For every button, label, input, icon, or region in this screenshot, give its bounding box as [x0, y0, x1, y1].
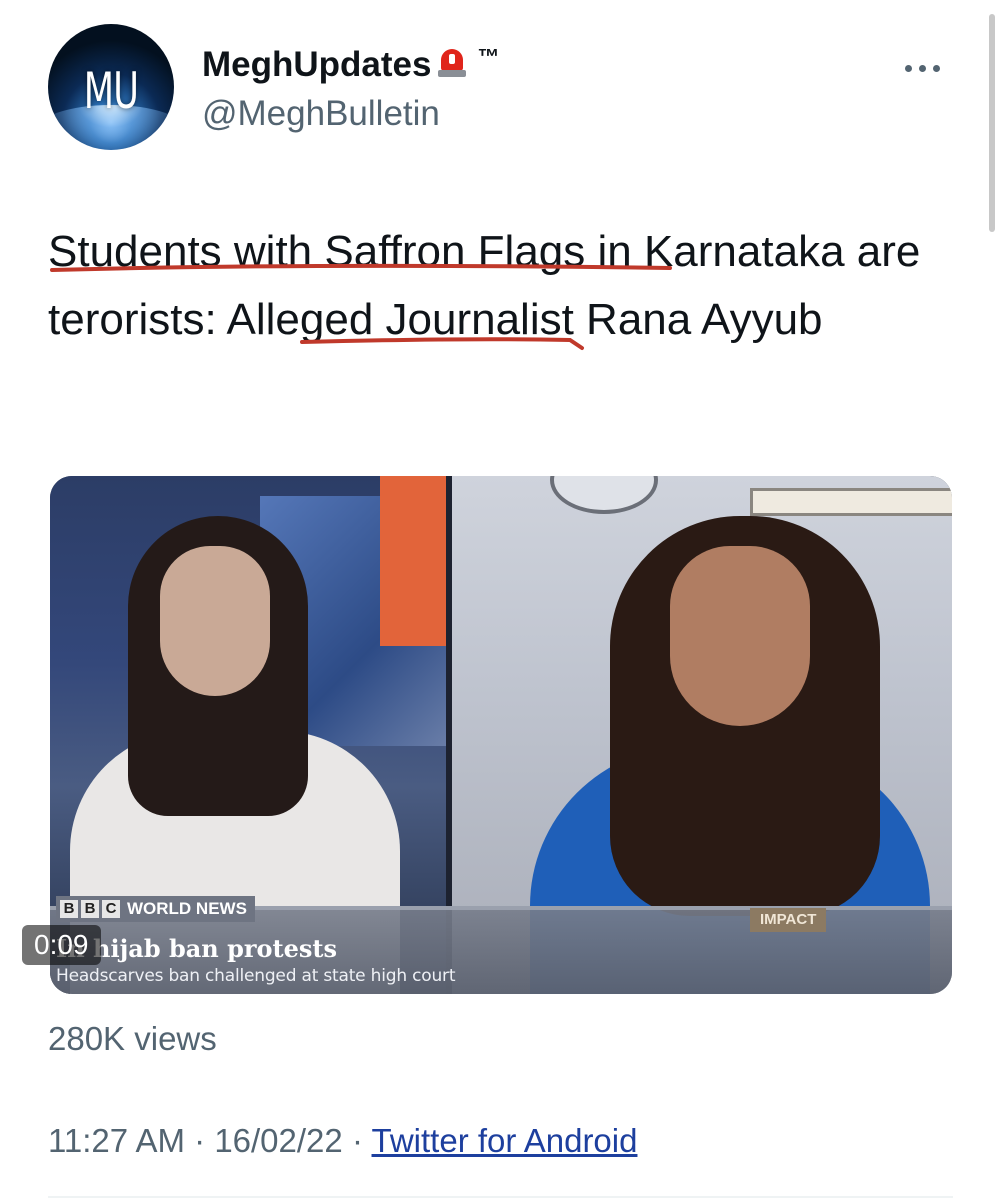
avatar[interactable]: MU	[48, 24, 174, 150]
source-link[interactable]: Twitter for Android	[372, 1122, 638, 1159]
red-underline-annotation	[50, 263, 672, 272]
divider	[48, 1196, 953, 1198]
tweet-metadata: 11:27 AM · 16/02/22 · Twitter for Androi…	[48, 1122, 637, 1160]
news-lower-third: B B C WORLD NEWS IMPACT In hijab ban pro…	[50, 896, 952, 994]
red-underline-annotation	[300, 337, 584, 350]
wall-frame-shape	[750, 488, 952, 516]
more-options-icon[interactable]	[905, 60, 951, 76]
trademark-symbol: ™	[477, 44, 500, 69]
avatar-monogram: MU	[83, 62, 139, 120]
display-name[interactable]: MeghUpdates ™	[202, 44, 499, 85]
police-light-icon	[437, 47, 467, 79]
user-handle[interactable]: @MeghBulletin	[202, 94, 440, 134]
view-count: 280K views	[48, 1020, 217, 1057]
meta-separator: ·	[342, 1122, 372, 1159]
display-name-text: MeghUpdates	[202, 45, 432, 84]
scrollbar[interactable]	[989, 14, 995, 232]
tweet-time[interactable]: 11:27 AM	[48, 1122, 185, 1159]
broadcaster-logo: B B C WORLD NEWS	[56, 896, 255, 922]
video-player[interactable]: B B C WORLD NEWS IMPACT In hijab ban pro…	[50, 476, 952, 994]
video-duration-badge: 0:09	[22, 925, 101, 965]
news-subheadline: Headscarves ban challenged at state high…	[56, 966, 456, 986]
segment-tag: IMPACT	[750, 908, 827, 932]
meta-separator: ·	[184, 1122, 215, 1159]
channel-name: WORLD NEWS	[127, 899, 247, 918]
tweet-date[interactable]: 16/02/22	[214, 1122, 342, 1159]
